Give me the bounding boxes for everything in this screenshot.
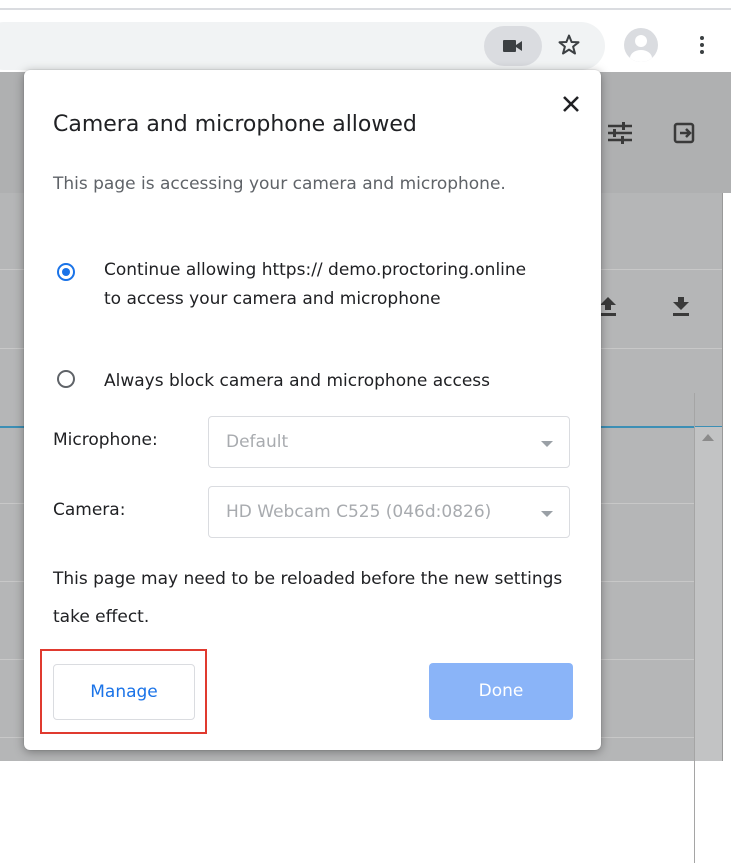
- upload-icon: [600, 297, 616, 316]
- reload-note: This page may need to be reloaded before…: [53, 569, 563, 627]
- chevron-down-icon: [541, 441, 553, 447]
- download-icon: [673, 297, 689, 316]
- done-button[interactable]: Done: [429, 663, 573, 720]
- browser-menu-button[interactable]: [690, 28, 714, 62]
- bubble-title: Camera and microphone allowed: [53, 112, 417, 137]
- account-icon: [630, 35, 652, 62]
- camera-label: Camera:: [53, 500, 126, 520]
- microphone-label: Microphone:: [53, 430, 158, 450]
- radio-continue-allowing[interactable]: [57, 263, 75, 281]
- manage-button[interactable]: Manage: [53, 664, 195, 720]
- star-icon: [558, 34, 580, 55]
- scroll-up-arrow[interactable]: [702, 434, 714, 441]
- bubble-description: This page is accessing your camera and m…: [53, 174, 506, 194]
- radio-continue-allowing-label[interactable]: Continue allowing https:// demo.proctori…: [104, 256, 544, 314]
- account-avatar-button[interactable]: [624, 28, 658, 62]
- camera-select[interactable]: HD Webcam C525 (046d:0826): [208, 486, 570, 538]
- close-button[interactable]: [559, 92, 583, 116]
- radio-always-block-label[interactable]: Always block camera and microphone acces…: [104, 367, 490, 396]
- microphone-select-value: Default: [226, 432, 289, 452]
- camera-indicator-button[interactable]: [484, 26, 542, 66]
- bookmark-star-button[interactable]: [552, 28, 586, 62]
- microphone-select[interactable]: Default: [208, 416, 570, 468]
- camera-select-value: HD Webcam C525 (046d:0826): [226, 502, 492, 522]
- browser-toolbar: [0, 10, 731, 70]
- chevron-down-icon: [541, 511, 553, 517]
- scrollbar[interactable]: [695, 427, 722, 761]
- radio-always-block[interactable]: [57, 370, 75, 388]
- camera-icon: [503, 40, 522, 52]
- close-icon: [563, 96, 579, 112]
- permission-bubble: Camera and microphone allowed This page …: [24, 70, 601, 750]
- exit-icon: [673, 122, 695, 144]
- filter-settings-icon: [608, 122, 632, 144]
